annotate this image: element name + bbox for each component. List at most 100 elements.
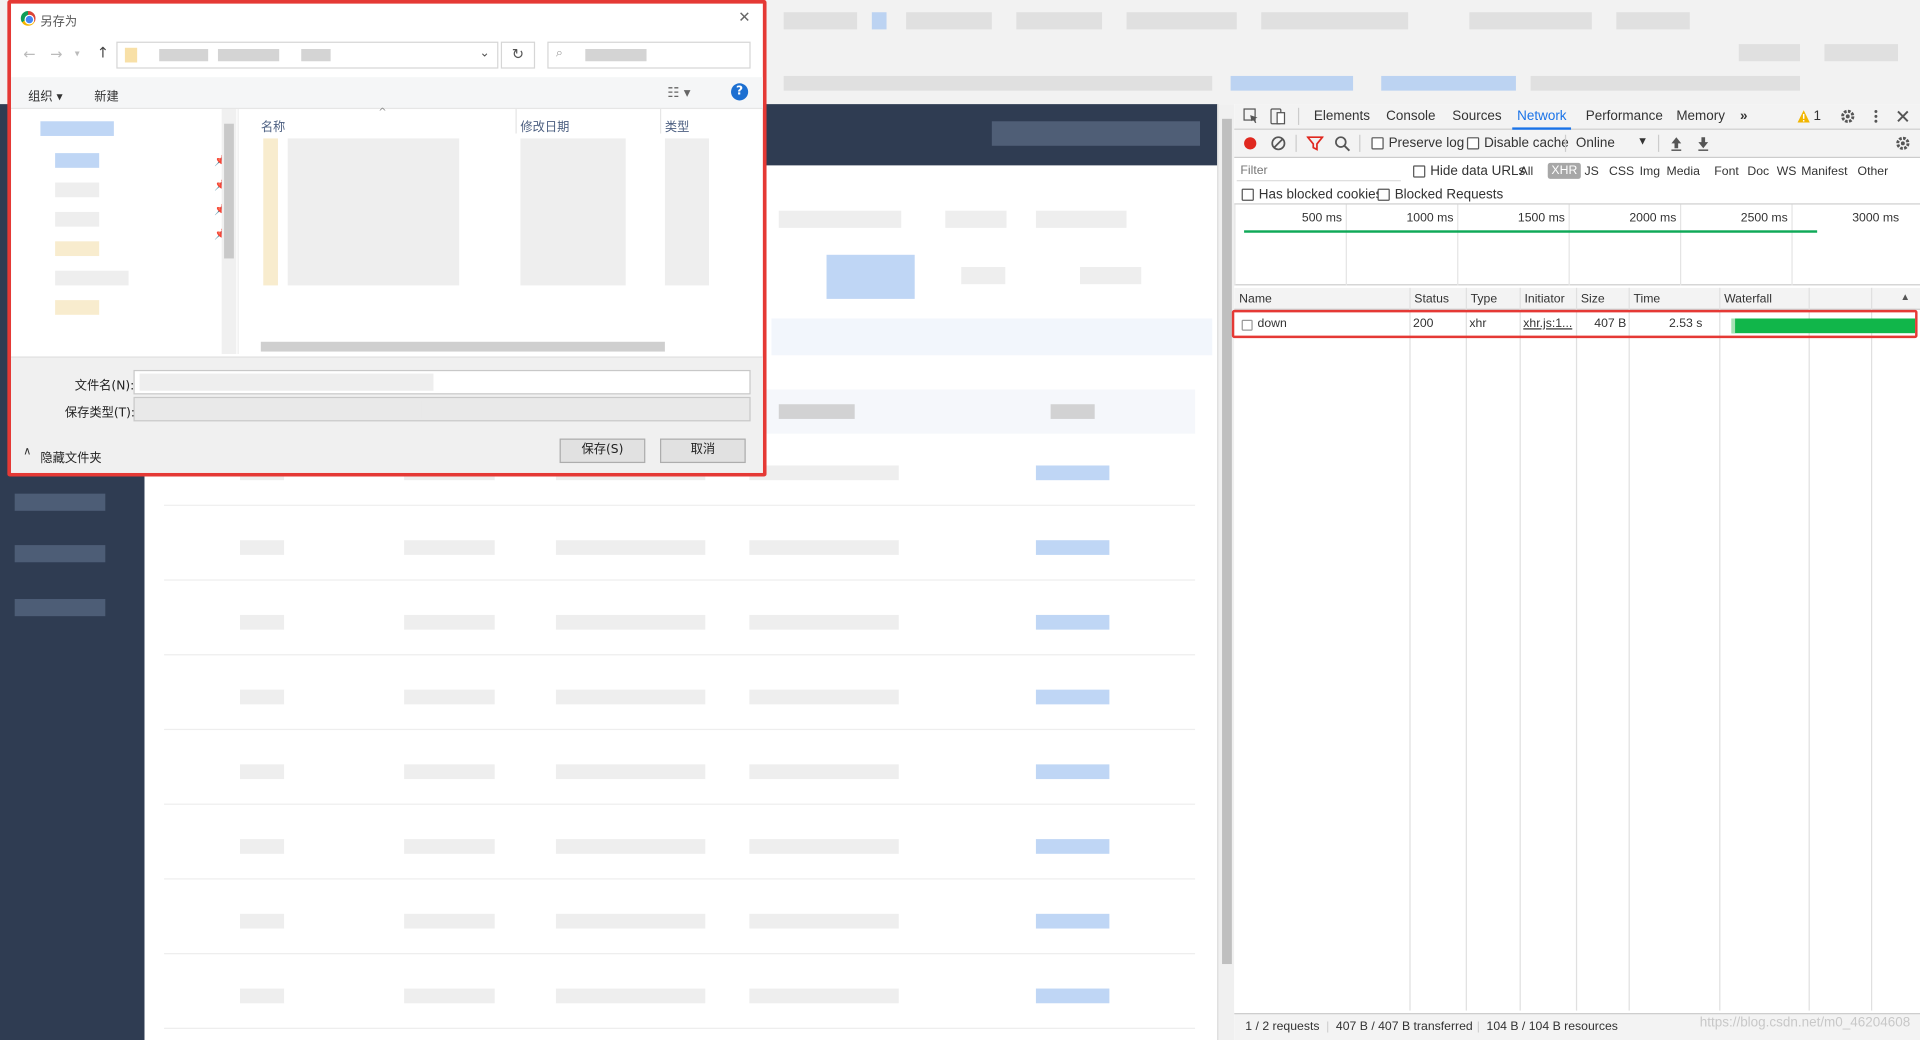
column-size[interactable]: Size [1575,287,1629,310]
search-icon[interactable] [1333,135,1351,152]
devtools-panel: Elements Console Sources Network Perform… [1231,104,1920,1040]
navigation-pane: 📌 📌 📌 📌 [25,109,239,355]
network-toolbar: Preserve log Disable cache Online ▼ [1234,129,1920,159]
has-blocked-cookies-label[interactable]: Has blocked cookies [1259,187,1383,202]
timeline-tick: 500 ms [1234,204,1345,286]
type-filter-css[interactable]: CSS [1605,164,1638,180]
column-header-modified[interactable]: 修改日期 [520,116,569,134]
column-time[interactable]: Time [1628,287,1720,310]
refresh-icon[interactable]: ↻ [500,41,536,69]
type-filter-js[interactable]: JS [1581,164,1603,180]
more-tabs-button[interactable]: » [1740,109,1748,124]
file-list: 名称 ^ 修改日期 类型 [244,107,758,354]
navigation-pane-scrollbar[interactable] [221,109,237,355]
view-options-icon[interactable]: ☷ ▾ [667,85,690,101]
file-list-horizontal-scrollbar[interactable] [260,341,665,352]
type-filter-manifest[interactable]: Manifest [1798,164,1852,180]
record-icon[interactable] [1242,135,1259,152]
close-devtools-icon[interactable] [1894,108,1911,125]
dialog-title: 另存为 [40,15,78,30]
warning-icon[interactable] [1796,109,1811,124]
column-waterfall[interactable]: Waterfall [1719,287,1920,310]
type-filter-img[interactable]: Img [1636,164,1664,180]
watermark-text: https://blog.csdn.net/m0_46204608 [1699,1015,1911,1031]
timeline-request-bar [1244,230,1818,233]
blocked-requests-checkbox[interactable] [1377,188,1390,201]
page-scrollbar[interactable] [1217,104,1235,1040]
save-button[interactable]: 保存(S) [559,438,646,464]
cancel-button[interactable]: 取消 [660,438,746,464]
timeline-tick: 2000 ms [1568,204,1680,286]
recent-locations-icon[interactable]: ▾ [75,48,80,59]
disable-cache-checkbox[interactable] [1466,137,1480,150]
hide-data-urls-label[interactable]: Hide data URLs [1430,164,1525,179]
filter-input[interactable] [1236,161,1401,182]
close-icon[interactable]: ✕ [738,9,750,26]
resources-size: 104 B / 104 B resources [1486,1020,1618,1034]
blocked-requests-label[interactable]: Blocked Requests [1395,187,1504,202]
tab-memory[interactable]: Memory [1676,109,1725,124]
sort-ascending-icon[interactable]: ▲ [1900,292,1910,303]
requests-count: 1 / 2 requests [1245,1020,1320,1034]
throttling-dropdown-icon[interactable]: ▼ [1637,135,1648,147]
filter-icon[interactable] [1306,135,1324,152]
type-filter-xhr[interactable]: XHR [1547,162,1581,179]
clear-icon[interactable] [1270,135,1287,152]
collapse-chevron-icon[interactable]: ∧ [23,446,31,458]
timeline-tick: 1500 ms [1457,204,1568,286]
type-filter-all[interactable]: All [1516,164,1537,180]
save-as-dialog: 另存为 ✕ ← → ▾ ↑ ⌄ ↻ ⌕ 组织 ▾ 新建 ☷ ▾ ? 名称 ^ 修… [7,0,767,477]
preserve-log-checkbox[interactable] [1371,137,1384,150]
back-arrow-icon[interactable]: ← [23,45,35,62]
new-folder-button[interactable]: 新建 [94,86,118,104]
column-name[interactable]: Name [1234,287,1410,310]
timeline-tick: 2500 ms [1680,204,1791,286]
filename-input[interactable] [133,369,751,395]
timeline-tick: 1000 ms [1345,204,1457,286]
type-filter-ws[interactable]: WS [1773,164,1800,180]
tab-console[interactable]: Console [1386,109,1435,124]
search-box[interactable]: ⌕ [547,41,751,69]
disable-cache-label[interactable]: Disable cache [1484,136,1569,151]
network-settings-icon[interactable] [1894,135,1911,152]
organize-menu[interactable]: 组织 ▾ [28,86,63,104]
import-har-icon[interactable] [1668,135,1685,152]
column-header-type[interactable]: 类型 [665,116,689,134]
tab-network[interactable]: Network [1512,109,1572,130]
type-filter-other[interactable]: Other [1854,164,1892,180]
forward-arrow-icon[interactable]: → [50,45,62,62]
inspect-element-icon[interactable] [1243,108,1260,125]
preserve-log-label[interactable]: Preserve log [1389,136,1465,151]
throttling-select[interactable]: Online [1576,136,1615,151]
column-status[interactable]: Status [1409,287,1466,310]
column-header-name[interactable]: 名称 [261,116,285,134]
dialog-navigation: ← → ▾ ↑ ⌄ ↻ ⌕ [11,36,763,75]
type-filter-doc[interactable]: Doc [1744,164,1773,180]
address-bar[interactable]: ⌄ [116,41,499,69]
transferred-size: 407 B / 407 B transferred [1335,1020,1473,1034]
filetype-label: 保存类型(T): [64,406,136,421]
type-filter-font[interactable]: Font [1711,164,1743,180]
help-icon[interactable]: ? [731,83,749,101]
warning-count[interactable]: 1 [1813,109,1821,124]
address-dropdown-icon[interactable]: ⌄ [480,47,490,60]
dialog-command-bar: 组织 ▾ 新建 ☷ ▾ ? [11,77,763,110]
column-type[interactable]: Type [1465,287,1520,310]
tab-sources[interactable]: Sources [1452,109,1501,124]
type-filter-media[interactable]: Media [1663,164,1704,180]
up-arrow-icon[interactable]: ↑ [97,44,109,61]
tab-performance[interactable]: Performance [1586,109,1663,124]
network-overview-timeline[interactable]: 500 ms 1000 ms 1500 ms 2000 ms 2500 ms 3… [1234,204,1920,286]
device-toolbar-icon[interactable] [1269,108,1286,125]
has-blocked-cookies-checkbox[interactable] [1241,188,1254,201]
hide-data-urls-checkbox[interactable] [1413,165,1426,178]
more-options-icon[interactable] [1867,108,1884,125]
settings-gear-icon[interactable] [1839,108,1856,125]
page-scrollbar-thumb[interactable] [1222,118,1232,965]
devtools-tab-bar: Elements Console Sources Network Perform… [1234,104,1920,130]
filetype-select[interactable] [133,396,751,422]
hide-folders-toggle[interactable]: 隐藏文件夹 [40,447,101,465]
column-initiator[interactable]: Initiator [1519,287,1576,310]
export-har-icon[interactable] [1695,135,1712,152]
tab-elements[interactable]: Elements [1314,109,1370,124]
